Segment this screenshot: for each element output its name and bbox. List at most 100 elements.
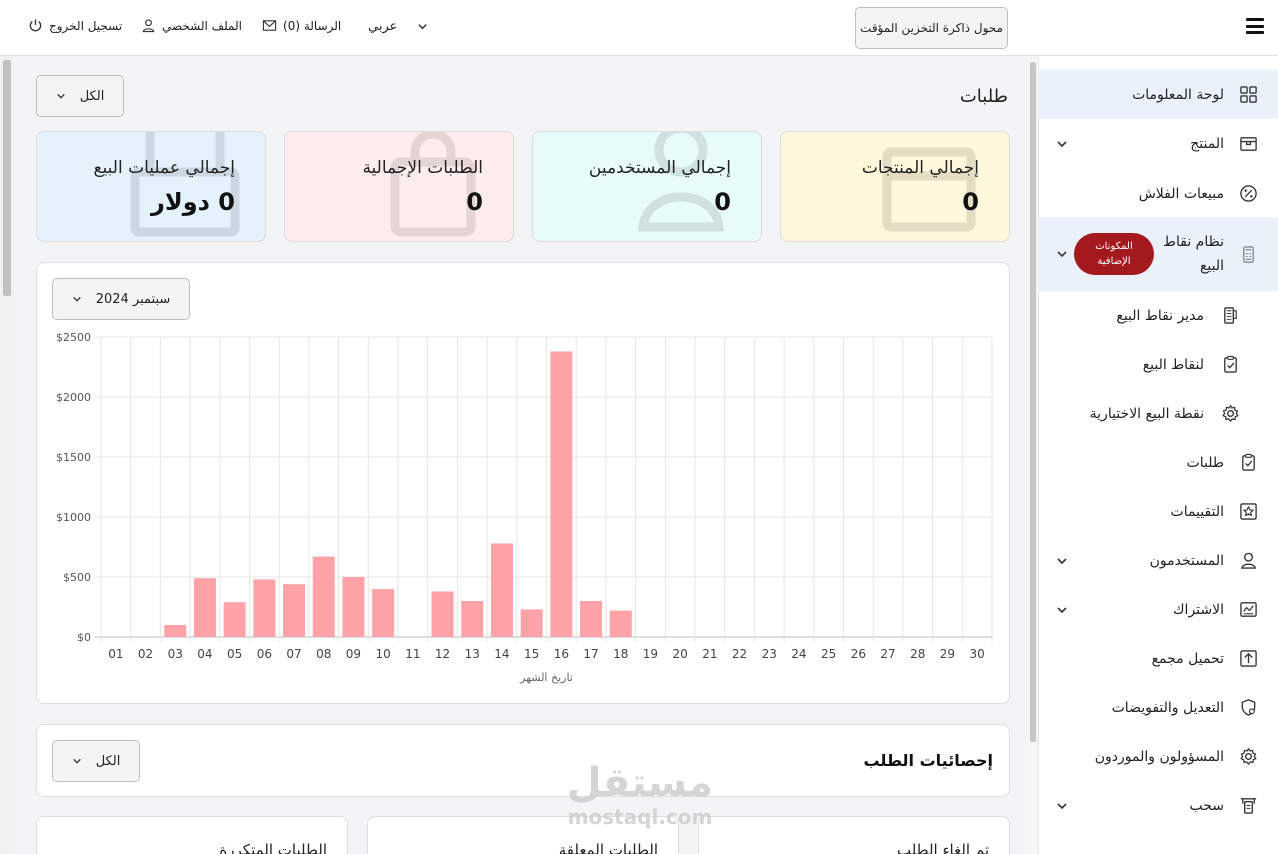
sidebar-item-optional-pos[interactable]: نقطة البيع الاختيارية xyxy=(1038,389,1278,438)
chart-bar xyxy=(283,584,306,637)
sidebar-item-label: المسؤولون والموردون xyxy=(1094,748,1224,765)
clipboard-check-icon xyxy=(1220,355,1240,375)
sidebar-item-flash-sales[interactable]: مبيعات الفلاش xyxy=(1038,169,1278,218)
card-total-users: إجمالي المستخدمين 0 xyxy=(532,131,762,242)
card-value: 0 xyxy=(714,188,731,216)
gear-icon xyxy=(1238,747,1258,767)
card-total-products: إجمالي المنتجات 0 xyxy=(780,131,1010,242)
sidebar-item-moderation[interactable]: التعديل والتفويضات xyxy=(1038,683,1278,732)
card-title: إجمالي المنتجات xyxy=(861,158,979,178)
chevron-down-icon xyxy=(1057,251,1067,258)
x-tick-label: 01 xyxy=(108,647,123,661)
sidebar-item-pos-manager[interactable]: مدير نقاط البيع xyxy=(1038,291,1278,340)
chevron-down-icon xyxy=(1057,802,1067,809)
sidebar-item-bulk-upload[interactable]: تحميل مجمع xyxy=(1038,634,1278,683)
x-tick-label: 18 xyxy=(613,647,628,661)
chart-bar xyxy=(223,602,246,637)
sidebar-item-label: المستخدمون xyxy=(1149,552,1224,569)
x-tick-label: 26 xyxy=(851,647,866,661)
x-tick-label: 02 xyxy=(138,647,153,661)
content-scrollbar[interactable] xyxy=(1028,56,1038,854)
sidebar-item-for-pos[interactable]: لنقاط البيع xyxy=(1038,340,1278,389)
sidebar-item-label: نظام نقاط البيع xyxy=(1163,234,1224,274)
sidebar-item-reviews[interactable]: التقييمات xyxy=(1038,487,1278,536)
stats-filter-select[interactable]: الكل xyxy=(52,740,140,782)
sidebar-item-label: المنتج xyxy=(1190,135,1224,152)
filter-label: الكل xyxy=(79,88,105,104)
x-tick-label: 14 xyxy=(494,647,509,661)
x-tick-label: 20 xyxy=(673,647,688,661)
sidebar: لوحة المعلومات المنتج مبيعات الفلاش نظام… xyxy=(1038,56,1278,854)
orders-filter-select[interactable]: الكل xyxy=(36,75,124,117)
sidebar-item-withdraw[interactable]: سحب xyxy=(1038,781,1278,830)
chart-bar xyxy=(550,351,573,637)
box-icon xyxy=(882,147,976,232)
x-tick-label: 06 xyxy=(257,647,272,661)
mail-icon xyxy=(262,20,277,31)
card-title: إجمالي المستخدمين xyxy=(588,158,731,178)
chart-bar xyxy=(461,601,484,637)
sidebar-item-product[interactable]: المنتج xyxy=(1038,119,1278,168)
chart-bar xyxy=(372,589,395,637)
sidebar-item-users[interactable]: المستخدمون xyxy=(1038,536,1278,585)
sidebar-item-admins-vendors[interactable]: المسؤولون والموردون xyxy=(1038,732,1278,781)
x-tick-label: 19 xyxy=(643,647,658,661)
y-tick-label: $500 xyxy=(63,571,91,584)
plugins-badge: المكونات الإضافية xyxy=(1074,233,1154,275)
card-total-sales: إجمالي عمليات البيع 0 دولار xyxy=(36,131,266,242)
sidebar-item-subscription[interactable]: الاشتراك xyxy=(1038,585,1278,634)
messages-label: الرسالة (0) xyxy=(283,18,342,33)
sales-chart-panel: سبتمبر 2024 $0 $500 $1000 $1500 $2000 $2500 01… xyxy=(36,262,1010,704)
logout-label: تسجيل الخروج xyxy=(49,18,123,33)
sidebar-item-orders[interactable]: طلبات xyxy=(1038,438,1278,487)
user-icon xyxy=(142,19,155,33)
cache-switcher-button[interactable]: محول ذاكرة التخزين المؤقت xyxy=(855,7,1008,49)
top-bar: محول ذاكرة التخزين المؤقت عربي الرسالة (… xyxy=(0,0,1278,56)
chevron-down-icon xyxy=(56,93,65,99)
chart-bar xyxy=(193,578,216,637)
x-tick-label: 10 xyxy=(376,647,391,661)
x-tick-label: 16 xyxy=(554,647,569,661)
language-select[interactable]: عربي xyxy=(368,19,428,34)
x-tick-label: 17 xyxy=(583,647,598,661)
chart-bar xyxy=(580,601,603,637)
x-tick-label: 15 xyxy=(524,647,539,661)
card-title: إجمالي عمليات البيع xyxy=(93,158,235,178)
upload-icon xyxy=(1238,649,1258,669)
order-stats-panel: إحصائيات الطلب الكل xyxy=(36,724,1010,797)
x-tick-label: 11 xyxy=(405,647,420,661)
chart-bar xyxy=(342,577,365,637)
x-tick-label: 25 xyxy=(821,647,836,661)
pos-terminal-icon xyxy=(1238,244,1258,264)
logout-link[interactable]: تسجيل الخروج xyxy=(28,18,122,33)
menu-toggle-icon[interactable] xyxy=(1246,18,1264,34)
clipboard-check-icon xyxy=(1238,453,1258,473)
profile-link[interactable]: الملف الشخصي xyxy=(141,18,242,33)
pos-terminal-icon xyxy=(130,132,240,237)
withdraw-icon xyxy=(1238,796,1258,816)
sidebar-item-dashboard[interactable]: لوحة المعلومات xyxy=(1038,70,1278,119)
page-title: طلبات xyxy=(959,86,1008,107)
sidebar-item-label: مبيعات الفلاش xyxy=(1138,185,1224,202)
page-scrollbar[interactable] xyxy=(0,56,14,854)
language-label: عربي xyxy=(368,19,398,34)
filter-label: الكل xyxy=(95,753,121,769)
sidebar-item-label: التعديل والتفويضات xyxy=(1111,699,1224,716)
section-title: إحصائيات الطلب xyxy=(863,751,993,770)
x-tick-label: 28 xyxy=(910,647,925,661)
watermark-logo: مستقل mostaql.com xyxy=(566,760,714,829)
card-title: تم الغاء الطلب xyxy=(896,841,989,854)
x-tick-label: 07 xyxy=(286,647,301,661)
sidebar-item-label: نقطة البيع الاختيارية xyxy=(1089,405,1204,422)
card-cancelled-orders: تم الغاء الطلب xyxy=(698,816,1010,854)
subscription-icon xyxy=(1238,600,1258,620)
sidebar-item-label: لوحة المعلومات xyxy=(1132,86,1224,103)
messages-link[interactable]: الرسالة (0) xyxy=(262,18,341,33)
sidebar-item-label: سحب xyxy=(1189,797,1224,814)
sidebar-item-pos-system[interactable]: نظام نقاط البيع المكونات الإضافية xyxy=(1038,217,1278,291)
x-axis-label: تاريخ الشهر xyxy=(519,671,573,684)
x-tick-label: 13 xyxy=(465,647,480,661)
x-tick-label: 27 xyxy=(880,647,895,661)
sidebar-item-label: تحميل مجمع xyxy=(1151,650,1224,667)
x-tick-label: 21 xyxy=(702,647,717,661)
